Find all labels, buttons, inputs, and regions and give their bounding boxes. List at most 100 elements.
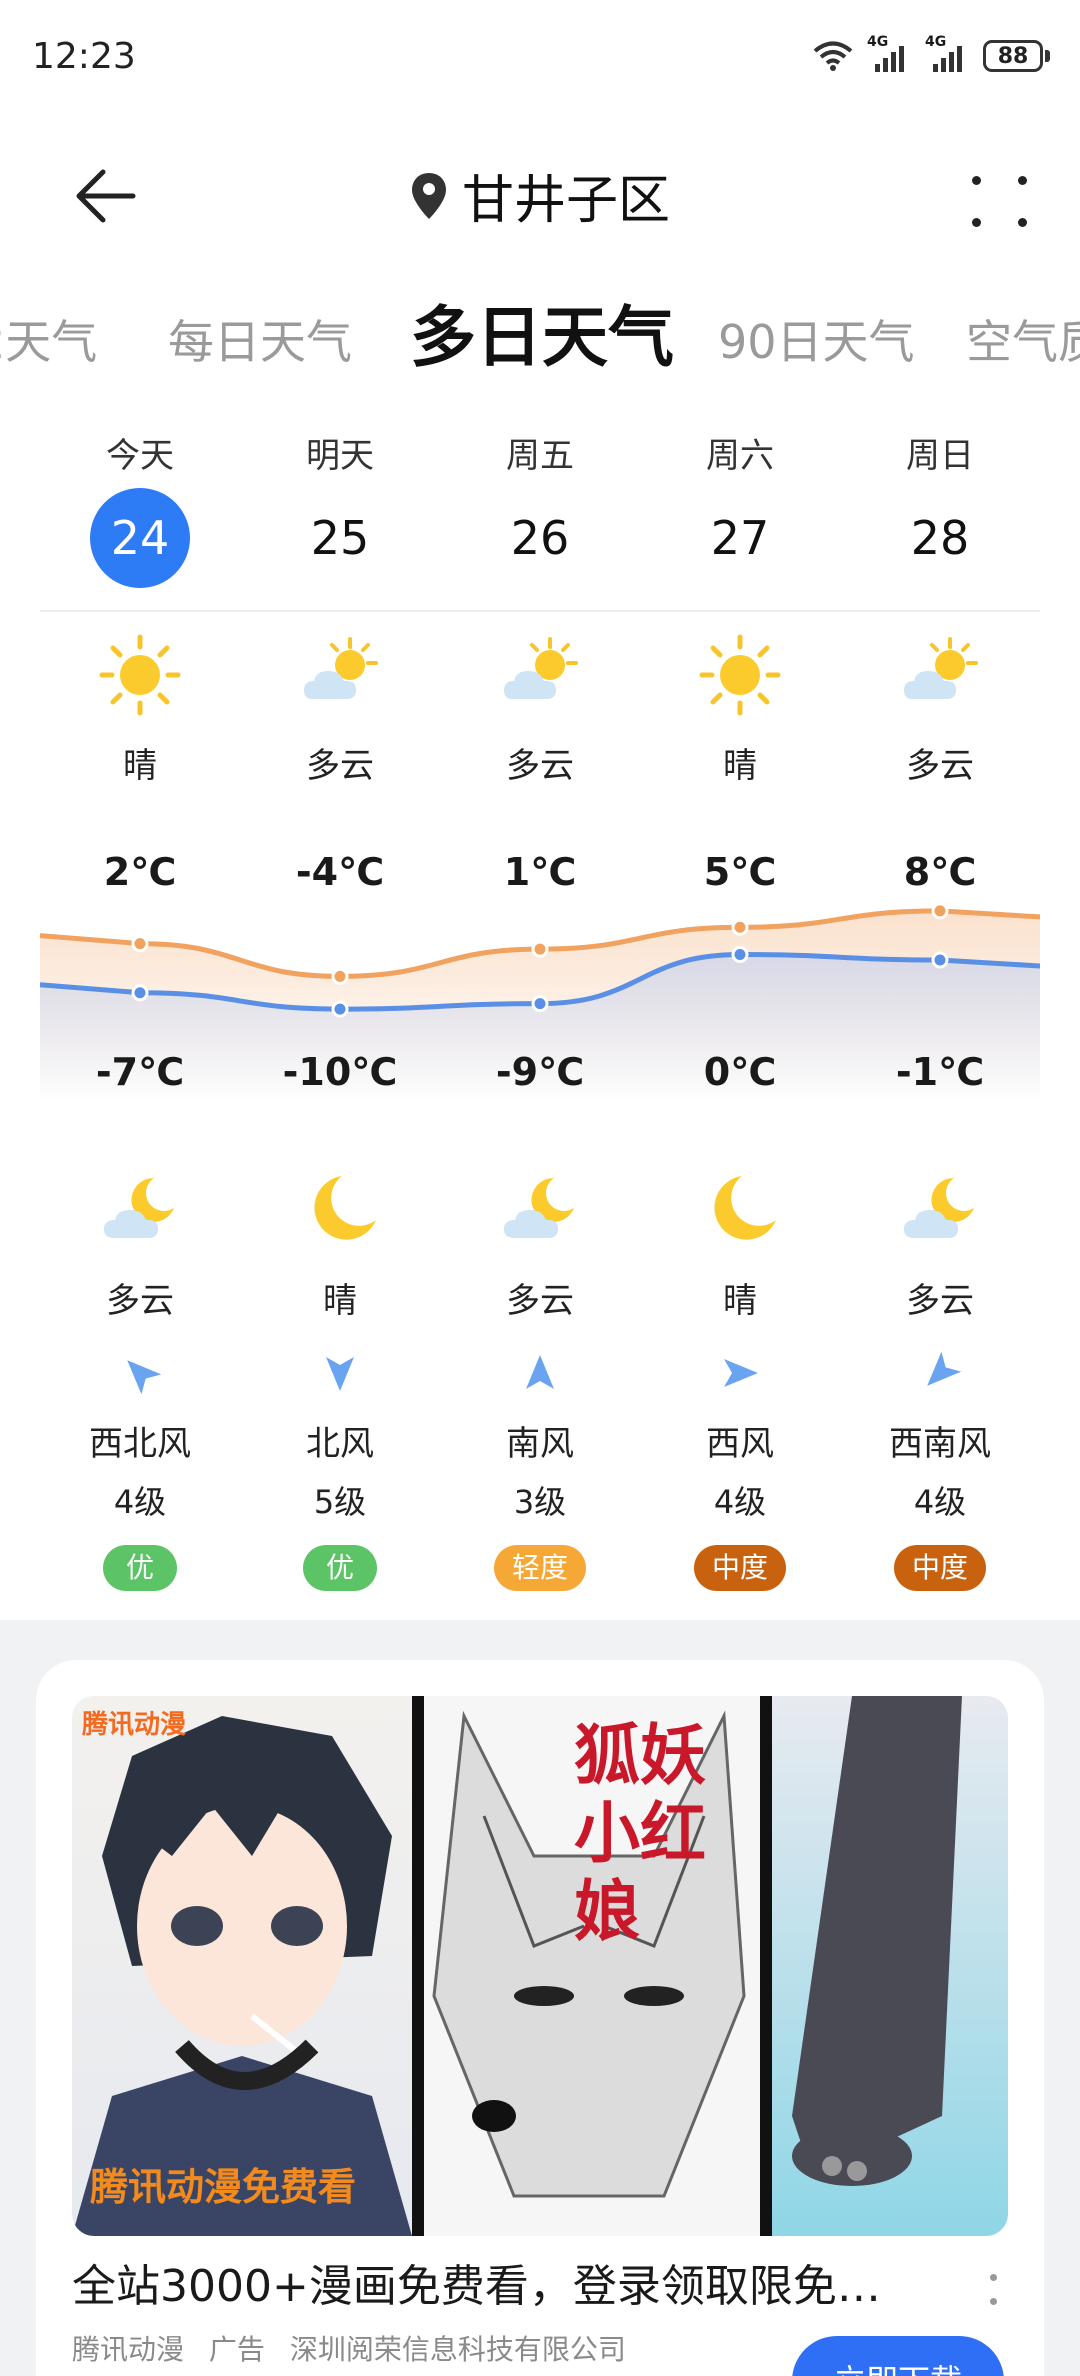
weather-text: 晴	[123, 746, 157, 786]
divider	[40, 610, 1040, 612]
tab-multi-day[interactable]: 多日天气	[410, 284, 674, 380]
wind-level: 4级	[713, 1483, 767, 1521]
tab-90-day[interactable]: 90日天气	[718, 306, 915, 372]
cloudy-night-icon	[104, 1177, 174, 1238]
night-weather-cell: 多云	[840, 1165, 1040, 1322]
high-temp-point	[131, 935, 149, 953]
signal-icon: 4G	[867, 34, 911, 74]
day-weather-cell: 多云	[440, 630, 640, 787]
wind-direction: 南风	[506, 1424, 574, 1464]
day-date: 28	[910, 511, 970, 565]
location-name: 甘井子区	[461, 171, 670, 231]
wind-cell: 南风 3级 轻度	[440, 1348, 640, 1591]
ad-card[interactable]: 腾讯动漫 腾讯动漫免费看 狐妖小红娘 全站3000+漫画免费看，登录领取限免… …	[36, 1660, 1044, 2376]
ad-panel-girl: 腾讯动漫 腾讯动漫免费看	[72, 1696, 412, 2236]
high-temp-point	[331, 967, 349, 985]
partly-cloudy-icon	[504, 637, 578, 699]
signal-icon-2: 4G	[925, 34, 969, 74]
aqi-badge: 中度	[893, 1545, 986, 1591]
weather-text: 晴	[723, 1281, 757, 1321]
low-temp-point	[731, 946, 749, 964]
tab-air-quality[interactable]: 空气质量	[966, 306, 1080, 372]
wifi-icon	[813, 41, 853, 71]
weather-text: 多云	[106, 1281, 174, 1321]
aqi-badge: 中度	[693, 1545, 786, 1591]
low-temp-point	[931, 951, 949, 969]
status-bar: 12:23 4G 4G 88	[0, 0, 1080, 120]
ad-source: 腾讯动漫	[72, 2333, 185, 2366]
ad-panel-paw	[772, 1696, 1008, 2236]
tencent-comic-logo: 腾讯动漫	[82, 1710, 187, 1740]
ad-download-button[interactable]: 立即下载	[792, 2336, 1004, 2376]
wind-level: 4级	[113, 1483, 167, 1521]
sun-icon	[99, 634, 181, 716]
ad-more-options-button[interactable]	[984, 2270, 1004, 2310]
location-selector[interactable]: 甘井子区	[0, 158, 1080, 233]
panel-divider	[412, 1696, 424, 2236]
day-weather-cell: 晴	[40, 630, 240, 787]
high-temp-point	[731, 918, 749, 936]
battery-icon: 88	[983, 40, 1050, 72]
weather-text: 多云	[906, 746, 974, 786]
wind-cell: 北风 5级 优	[240, 1348, 440, 1591]
wind-direction: 西南风	[889, 1424, 991, 1464]
tab-daily[interactable]: 每日天气	[168, 306, 352, 372]
status-time: 12:23	[32, 36, 136, 77]
ad-tag: 广告	[208, 2333, 265, 2366]
night-weather-cell: 晴	[640, 1165, 840, 1322]
day-date: 26	[510, 511, 570, 565]
sun-icon	[699, 634, 781, 716]
day-date: 27	[710, 511, 770, 565]
wind-direction-arrow-icon	[724, 1359, 758, 1387]
moon-icon	[714, 1176, 776, 1240]
low-temp: -7℃	[95, 1050, 185, 1094]
wind-direction: 北风	[306, 1424, 374, 1464]
weather-text: 多云	[506, 746, 574, 786]
ad-title[interactable]: 全站3000+漫画免费看，登录领取限免…	[72, 2250, 952, 2314]
banner-caption: 腾讯动漫免费看	[90, 2165, 357, 2209]
day-name: 周六	[706, 436, 774, 476]
panel-divider	[760, 1696, 772, 2236]
wind-cell: 西风 4级 中度	[640, 1348, 840, 1591]
status-icons: 4G 4G 88	[813, 34, 1050, 76]
night-weather-cell: 多云	[440, 1165, 640, 1322]
aqi-badge: 优	[303, 1545, 377, 1591]
ad-panel-fox: 狐妖小红娘	[424, 1696, 760, 2236]
night-weather-cell: 晴	[240, 1165, 440, 1322]
ad-banner-image[interactable]: 腾讯动漫 腾讯动漫免费看 狐妖小红娘	[72, 1696, 1008, 2236]
day-name: 明天	[306, 436, 374, 476]
low-temp: -9℃	[495, 1050, 585, 1094]
wind-direction-arrow-icon	[127, 1360, 162, 1395]
location-pin-icon	[411, 172, 446, 219]
weather-text: 多云	[906, 1281, 974, 1321]
weather-text: 晴	[323, 1281, 357, 1321]
tab-hourly[interactable]: 2天气	[0, 306, 97, 372]
ad-meta: 腾讯动漫 广告 深圳阅荣信息科技有限公司	[72, 2328, 642, 2368]
day-name: 周五	[506, 436, 574, 476]
day-weather-cell: 多云	[240, 630, 440, 787]
wind-cell: 西北风 4级 优	[40, 1348, 240, 1591]
more-options-button[interactable]	[960, 158, 1040, 238]
weather-text: 晴	[723, 746, 757, 786]
wind-direction-arrow-icon	[927, 1351, 962, 1386]
wind-level: 5级	[313, 1483, 367, 1521]
weather-text: 多云	[506, 1281, 574, 1321]
day-date-selected: 24	[40, 488, 240, 588]
ad-company: 深圳阅荣信息科技有限公司	[289, 2333, 626, 2366]
aqi-badge: 轻度	[493, 1545, 586, 1591]
wind-level: 3级	[513, 1483, 567, 1521]
wind-direction-arrow-icon	[526, 1355, 554, 1389]
cloudy-night-icon	[904, 1177, 974, 1238]
battery-level: 88	[983, 40, 1043, 72]
low-temp-point	[331, 1000, 349, 1018]
wind-direction: 西风	[706, 1424, 774, 1464]
forecast-tabs: 2天气 每日天气 多日天气 90日天气 空气质量	[0, 270, 1080, 380]
day-name: 今天	[106, 436, 174, 476]
low-temp: -1℃	[895, 1050, 985, 1094]
day-date: 25	[310, 511, 370, 565]
high-temp-point	[931, 902, 949, 920]
day-weather-cell: 多云	[840, 630, 1040, 787]
low-temp: 0℃	[703, 1050, 777, 1094]
banner-title: 狐妖小红娘	[574, 1716, 706, 1950]
day-weather-cell: 晴	[640, 630, 840, 787]
